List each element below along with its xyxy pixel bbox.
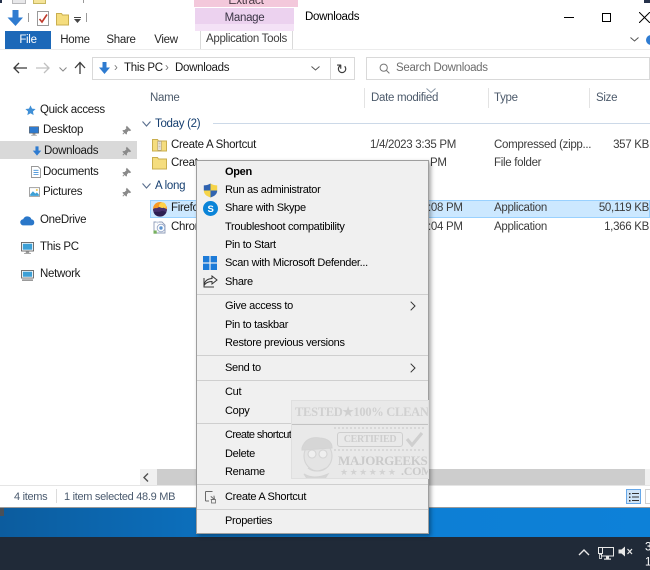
svg-text:1/: 1/ <box>645 557 650 569</box>
svg-text:3:: 3: <box>645 542 650 554</box>
svg-text:S: S <box>207 204 213 215</box>
